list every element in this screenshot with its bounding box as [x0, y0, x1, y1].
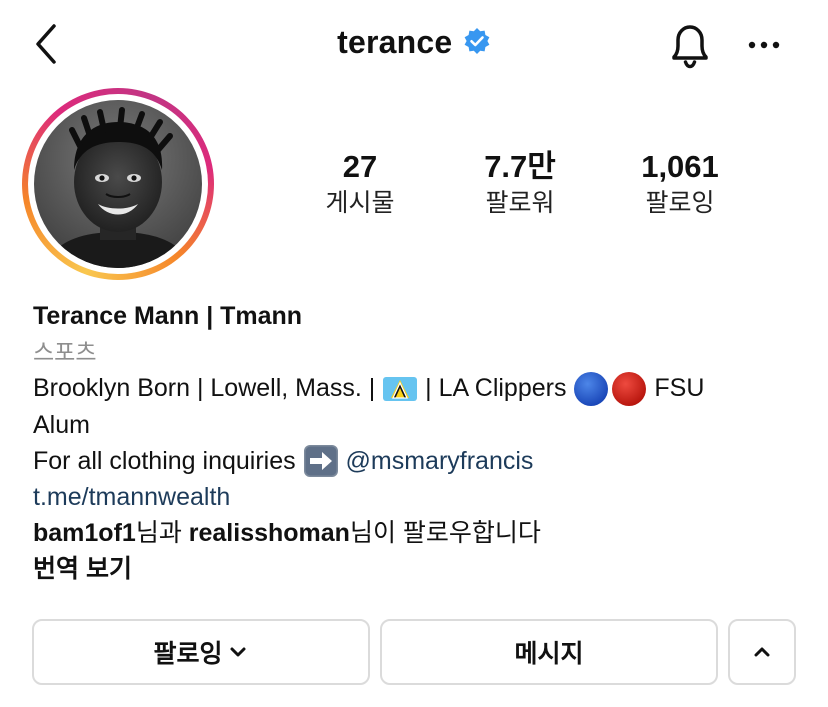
top-bar: terance — [0, 0, 828, 90]
message-button[interactable]: 메시지 — [380, 619, 718, 685]
followers-label: 팔로워 — [485, 189, 555, 217]
following-stat[interactable]: 1,061 팔로잉 — [600, 148, 760, 220]
following-count: 1,061 — [641, 149, 719, 184]
following-label: 팔로잉 — [645, 189, 715, 217]
message-button-label: 메시지 — [514, 640, 584, 668]
posts-label: 게시물 — [325, 189, 395, 217]
bio-section: Terance Mann | Tmann 스포츠 Brooklyn Born |… — [33, 298, 803, 587]
translate-link[interactable]: 번역 보기 — [33, 551, 803, 587]
chevron-down-icon — [230, 647, 245, 657]
red-circle-icon — [612, 372, 647, 407]
category-label: 스포츠 — [33, 339, 97, 365]
following-button[interactable]: 팔로잉 — [32, 619, 370, 685]
chevron-up-icon — [754, 647, 770, 657]
story-ring[interactable] — [22, 88, 214, 280]
followers-stat[interactable]: 7.7만 팔로워 — [440, 148, 600, 220]
followers-count: 7.7만 — [484, 149, 556, 184]
posts-stat[interactable]: 27 게시물 — [280, 148, 440, 220]
verified-badge-icon — [464, 27, 490, 54]
bio-line-1: Brooklyn Born | Lowell, Mass. | | LA Cli… — [33, 370, 803, 407]
more-horizontal-icon[interactable] — [744, 30, 784, 60]
bell-icon[interactable] — [664, 20, 716, 70]
display-name: Terance Mann | Tmann — [33, 302, 303, 330]
blue-circle-icon — [574, 372, 609, 407]
saint-lucia-flag-icon — [383, 377, 418, 402]
right-arrow-emoji-icon — [303, 444, 338, 477]
mention-link[interactable]: @msmaryfrancis — [346, 447, 534, 475]
profile-photo — [34, 100, 202, 268]
bio-line-3: For all clothing inquiries @msmaryfranci… — [33, 443, 803, 479]
bio-line-2: Alum — [33, 411, 90, 440]
followed-by[interactable]: bam1of1님과 realisshoman님이 팔로우합니다 — [33, 515, 803, 551]
suggestions-toggle-button[interactable] — [728, 619, 796, 685]
avatar[interactable] — [34, 100, 202, 268]
posts-count: 27 — [342, 149, 378, 184]
follower-username-2[interactable]: realisshoman — [189, 519, 350, 547]
website-link[interactable]: t.me/tmannwealth — [33, 479, 803, 515]
following-button-label: 팔로잉 — [153, 640, 223, 668]
follower-username-1[interactable]: bam1of1 — [33, 519, 136, 547]
username: terance — [337, 24, 453, 60]
